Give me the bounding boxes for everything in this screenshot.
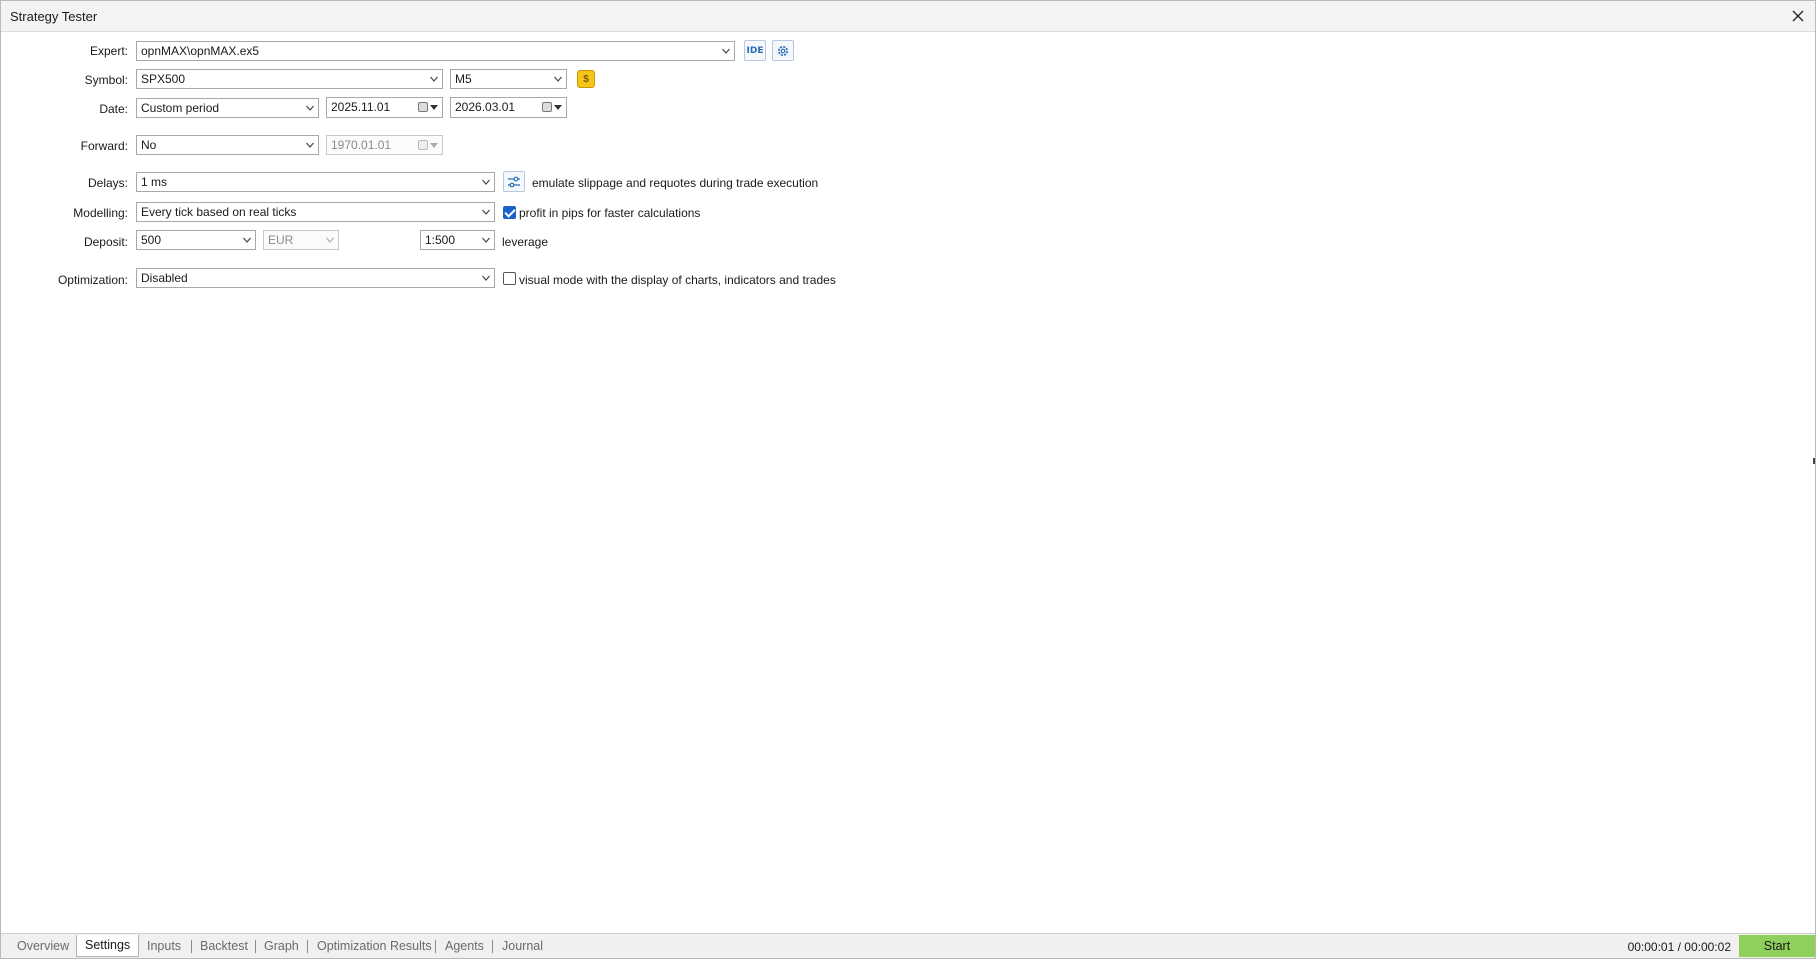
forward-value: No xyxy=(141,138,157,152)
chevron-down-icon xyxy=(430,76,438,82)
start-button[interactable]: Start xyxy=(1739,935,1815,957)
forward-label: Forward: xyxy=(80,139,128,153)
calendar-icon xyxy=(418,140,428,150)
close-icon xyxy=(1792,10,1804,22)
timeframe-value: M5 xyxy=(455,72,472,86)
symbol-select[interactable]: SPX500 xyxy=(136,69,443,89)
timeframe-select[interactable]: M5 xyxy=(450,69,567,89)
date-to-picker[interactable]: 2026.03.01 xyxy=(450,97,567,118)
chevron-down-icon xyxy=(482,275,490,281)
title-bar: Strategy Tester xyxy=(1,1,1815,32)
deposit-value: 500 xyxy=(141,233,162,247)
forward-select[interactable]: No xyxy=(136,135,319,155)
calendar-icon xyxy=(542,102,552,112)
modelling-select[interactable]: Every tick based on real ticks xyxy=(136,202,495,222)
delay-settings-button[interactable] xyxy=(503,171,525,192)
tab-separator xyxy=(255,940,256,953)
chevron-down-icon xyxy=(482,237,490,243)
tab-journal[interactable]: Journal xyxy=(502,936,543,956)
optimization-value: Disabled xyxy=(141,271,188,285)
ide-button[interactable]: IDE xyxy=(744,40,766,61)
expert-select[interactable]: opnMAX\opnMAX.ex5 xyxy=(136,41,735,61)
tab-separator xyxy=(492,940,493,953)
delays-value: 1 ms xyxy=(141,175,168,189)
date-from-picker[interactable]: 2025.11.01 xyxy=(326,97,443,118)
profit-in-pips-text: profit in pips for faster calculations xyxy=(519,206,701,220)
symbol-label: Symbol: xyxy=(84,73,128,87)
resize-grip[interactable] xyxy=(1813,458,1815,464)
delays-select[interactable]: 1 ms xyxy=(136,172,495,192)
chevron-down-icon xyxy=(482,209,490,215)
chevron-down-icon xyxy=(306,105,314,111)
chevron-down-icon xyxy=(306,142,314,148)
gear-icon xyxy=(778,45,788,56)
tab-separator xyxy=(191,940,192,953)
visual-mode-text: visual mode with the display of charts, … xyxy=(519,273,836,287)
tab-overview[interactable]: Overview xyxy=(17,936,69,956)
sliders-icon xyxy=(508,176,520,187)
window-title: Strategy Tester xyxy=(10,9,98,24)
visual-mode-checkbox[interactable] xyxy=(503,272,516,285)
modelling-label: Modelling: xyxy=(73,206,128,220)
expert-label: Expert: xyxy=(89,44,128,58)
date-label: Date: xyxy=(99,102,128,116)
chevron-down-icon xyxy=(326,237,334,243)
chevron-down-icon xyxy=(722,48,730,54)
symbol-properties-button[interactable]: $ xyxy=(577,70,595,88)
strategy-tester-window: Strategy Tester Expert: opnMAX\opnMAX.ex… xyxy=(0,0,1816,959)
caret-down-icon xyxy=(430,143,438,148)
tab-backtest[interactable]: Backtest xyxy=(200,936,248,956)
dollar-icon: $ xyxy=(583,73,589,85)
expert-value: opnMAX\opnMAX.ex5 xyxy=(141,44,260,58)
delays-label: Delays: xyxy=(87,176,128,190)
ide-icon: IDE xyxy=(746,45,764,56)
expert-settings-button[interactable] xyxy=(772,40,794,61)
tab-optimization-results[interactable]: Optimization Results xyxy=(317,936,432,956)
tab-separator xyxy=(435,940,436,953)
tab-agents[interactable]: Agents xyxy=(445,936,484,956)
optimization-label: Optimization: xyxy=(57,273,128,287)
caret-down-icon xyxy=(554,105,562,110)
chevron-down-icon xyxy=(243,237,251,243)
symbol-value: SPX500 xyxy=(141,72,186,86)
tab-inputs[interactable]: Inputs xyxy=(147,936,181,956)
modelling-value: Every tick based on real ticks xyxy=(141,205,297,219)
forward-date-picker[interactable]: 1970.01.01 xyxy=(326,135,443,155)
chevron-down-icon xyxy=(482,179,490,185)
date-period-value: Custom period xyxy=(141,101,220,115)
tab-settings[interactable]: Settings xyxy=(76,935,140,957)
currency-select[interactable]: EUR xyxy=(263,230,339,250)
leverage-text: leverage xyxy=(502,235,549,249)
chevron-down-icon xyxy=(554,76,562,82)
tab-graph[interactable]: Graph xyxy=(264,936,299,956)
date-period-select[interactable]: Custom period xyxy=(136,98,319,118)
deposit-select[interactable]: 500 xyxy=(136,230,256,250)
profit-in-pips-checkbox[interactable] xyxy=(503,206,516,219)
deposit-label: Deposit: xyxy=(83,235,128,249)
caret-down-icon xyxy=(430,105,438,110)
calendar-icon xyxy=(418,102,428,112)
optimization-select[interactable]: Disabled xyxy=(136,268,495,288)
tab-separator xyxy=(307,940,308,953)
emulate-slippage-text: emulate slippage and requotes during tra… xyxy=(532,176,819,190)
elapsed-timer: 00:00:01 / 00:00:02 xyxy=(1627,940,1731,954)
close-button[interactable] xyxy=(1787,5,1809,27)
bottom-tab-bar: Overview Settings Inputs Backtest Graph … xyxy=(1,933,1815,958)
leverage-select[interactable]: 1:500 xyxy=(420,230,495,250)
